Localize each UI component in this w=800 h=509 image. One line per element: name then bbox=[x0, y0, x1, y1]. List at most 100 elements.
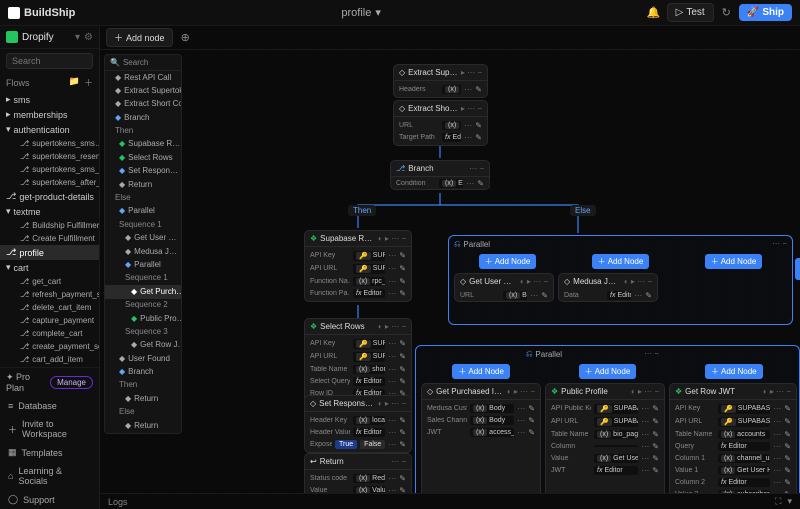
node-field[interactable]: Table Name(x)accounts⋯✎ bbox=[670, 428, 796, 440]
outline-item[interactable]: Sequence 1 bbox=[105, 272, 181, 285]
folder-icon[interactable]: 📁 bbox=[69, 76, 80, 89]
add-node-button[interactable]: ＋ Add Node bbox=[705, 254, 763, 269]
outline-item[interactable]: ◆ Select Rows bbox=[105, 151, 181, 164]
project-selector[interactable]: Dropify ▾ ⚙ bbox=[0, 26, 99, 49]
flow-authentication[interactable]: ▾ authentication bbox=[0, 122, 99, 137]
collapse-icon[interactable]: ▾ bbox=[787, 496, 792, 507]
node-field[interactable]: Column 2fx Editor⋯✎ bbox=[670, 476, 796, 488]
flow-item[interactable]: ⎇ refresh_payment_s… bbox=[0, 288, 99, 301]
node-field[interactable]: JWTfx Editor⋯✎ bbox=[546, 464, 664, 476]
node-field[interactable]: Value(x)Get User Handle⋯✎ bbox=[546, 452, 664, 464]
workflow-name[interactable]: profile bbox=[341, 7, 371, 19]
flow-item[interactable]: ⎇ supertokens_after_… bbox=[0, 176, 99, 189]
node-medusa-jwt[interactable]: ◇Medusa JWT Auth◐ ▸ ⋯ − Datafx Editor⋯✎ bbox=[558, 273, 658, 302]
flow-profile[interactable]: ⎇ profile bbox=[0, 245, 99, 260]
flow-get-product-details[interactable]: ⎇ get-product-details bbox=[0, 189, 99, 204]
ship-button[interactable]: 🚀Ship bbox=[739, 4, 792, 21]
notification-icon[interactable]: 🔔 bbox=[647, 6, 661, 19]
outline-item[interactable]: ◆ Supabase R… bbox=[105, 138, 181, 151]
node-field[interactable]: Table Name(x)bio_pages⋯✎ bbox=[546, 428, 664, 440]
outline-item[interactable]: Then bbox=[105, 125, 181, 138]
nav-templates[interactable]: ▦ Templates bbox=[0, 443, 99, 462]
outline-item[interactable]: ◆ Rest API Call bbox=[105, 71, 181, 84]
flow-memberships[interactable]: ▸ memberships bbox=[0, 107, 99, 122]
flow-item[interactable]: ⎇ supertokens_sms… bbox=[0, 137, 99, 150]
flow-item[interactable]: ⎇ Create Fulfillment bbox=[0, 232, 99, 245]
brand-logo[interactable]: BuildShip bbox=[8, 7, 75, 19]
flow-cart[interactable]: ▾ cart bbox=[0, 260, 99, 275]
node-public-profile[interactable]: ❖Public Profile◐ ▸ ⋯ − API Public Key🔑SU… bbox=[545, 383, 665, 493]
node-field[interactable]: Select Queryfx Editor⋯✎ bbox=[305, 375, 411, 387]
add-node-button[interactable]: ＋ Add Node bbox=[479, 254, 537, 269]
node-field[interactable]: Status code(x)Redirect (301)⋯✎ bbox=[305, 472, 411, 484]
nav-database[interactable]: ≡ Database bbox=[0, 397, 99, 415]
node-select-rows[interactable]: ❖Select Rows◐ ▸ ⋯ − API Key🔑SUPABASE_TE…… bbox=[304, 318, 412, 402]
node-field[interactable]: Value(x)Value⋯✎ bbox=[305, 484, 411, 493]
node-return[interactable]: ↩Return⋯ − Status code(x)Redirect (301)⋯… bbox=[304, 453, 412, 493]
outline-item[interactable]: Else bbox=[105, 406, 181, 419]
node-field[interactable]: API URL🔑SUPABASE_TE…⋯✎ bbox=[670, 415, 796, 428]
outline-item[interactable]: ◆ Return bbox=[105, 178, 181, 191]
outline-item[interactable]: ◆ Extract Short Co… bbox=[105, 98, 181, 111]
node-field[interactable]: Function Na…(x)rpc_id_decode⋯✎ bbox=[305, 275, 411, 287]
outline-item[interactable]: ◆ Parallel bbox=[105, 205, 181, 218]
node-extract-supertokens[interactable]: ◇Extract Supertokens…▸ ⋯ − Headers(x)Req… bbox=[393, 64, 488, 98]
flow-sms[interactable]: ▸ sms bbox=[0, 92, 99, 107]
logs-toggle[interactable]: Logs bbox=[108, 497, 128, 507]
node-field[interactable]: Function Pa…fx Editor⋯✎ bbox=[305, 287, 411, 299]
nav-invite[interactable]: ＋ Invite to Workspace bbox=[0, 415, 99, 443]
node-set-response[interactable]: ◇Set Response Hea…◐ ▸ ⋯ − Header Key(x)l… bbox=[304, 395, 412, 453]
flow-item[interactable]: ⎇ get_cart bbox=[0, 275, 99, 288]
test-button[interactable]: ▷Test bbox=[667, 3, 714, 22]
flow-item[interactable]: ⎇ supertokens_resend bbox=[0, 150, 99, 163]
flow-item[interactable]: ⎇ supertokens_sms_d… bbox=[0, 163, 99, 176]
flow-item[interactable]: ⎇ cart_add_item bbox=[0, 353, 99, 366]
outline-item[interactable]: Else bbox=[105, 192, 181, 205]
node-field[interactable]: Sales Chann…(x)Body⋯✎ bbox=[422, 414, 540, 426]
outline-item[interactable]: Then bbox=[105, 379, 181, 392]
expand-icon[interactable]: ⛶ bbox=[775, 496, 781, 507]
flow-item[interactable]: ⎇ complete_cart bbox=[0, 327, 99, 340]
outline-item[interactable]: Sequence 2 bbox=[105, 299, 181, 312]
outline-item[interactable]: ◆ Branch bbox=[105, 111, 181, 124]
gear-icon[interactable]: ⚙ bbox=[84, 32, 93, 43]
node-field[interactable]: API URL🔑SUPABASE_TE…⋯✎ bbox=[305, 350, 411, 363]
node-branch[interactable]: ⎇Branch⋯ − Condition(x)Extract Short …⋯✎ bbox=[390, 160, 490, 190]
node-field[interactable]: Table Name(x)short_links⋯✎ bbox=[305, 363, 411, 375]
node-field[interactable]: Column 1(x)channel_username⋯✎ bbox=[670, 452, 796, 464]
outline-item[interactable]: ◆ Extract Supertok… bbox=[105, 84, 181, 97]
outline-item[interactable]: ◆ Public Pro… bbox=[105, 312, 181, 325]
outline-item[interactable]: ◆ Set Respon… bbox=[105, 165, 181, 178]
nav-support[interactable]: ◯ Support bbox=[0, 490, 99, 509]
flow-item[interactable]: ⎇ delete_cart_item bbox=[0, 301, 99, 314]
node-field[interactable]: API URL🔑SUPABASE_TE…⋯✎ bbox=[305, 262, 411, 275]
manage-button[interactable]: Manage bbox=[50, 376, 93, 389]
node-extract-shortcode[interactable]: ◇Extract Short Code▸ ⋯ − URL(x)Builder P… bbox=[393, 100, 488, 146]
outline-item[interactable]: ◆ Medusa J… bbox=[105, 245, 181, 258]
outline-item[interactable]: Sequence 1 bbox=[105, 218, 181, 231]
outline-item[interactable]: ◆ Return bbox=[105, 419, 181, 432]
outline-item[interactable]: ◆ Get Row J… bbox=[105, 339, 181, 352]
add-node-button[interactable]: ＋ Add Node bbox=[592, 254, 650, 269]
outline-item[interactable]: ◆ Parallel bbox=[105, 258, 181, 271]
add-node-button[interactable]: ＋ Add Node bbox=[795, 258, 800, 280]
outline-search[interactable]: 🔍 Search bbox=[105, 55, 181, 71]
node-get-user-handle[interactable]: ◇Get User Handle◐ ▸ ⋯ − URL(x)Builder Pa… bbox=[454, 273, 554, 302]
node-get-purchased[interactable]: ◇Get Purchased Items◐ ▸ ⋯ − Medusa Cust…… bbox=[421, 383, 541, 493]
node-field[interactable]: Medusa Cust…(x)Body⋯✎ bbox=[422, 402, 540, 414]
add-node-button[interactable]: ＋ Add Node bbox=[579, 364, 637, 379]
plus-icon[interactable]: ＋ bbox=[84, 76, 93, 89]
node-field[interactable]: API Key🔑SUPABASE_TE…⋯✎ bbox=[670, 402, 796, 415]
flow-item[interactable]: ⎇ capture_payment bbox=[0, 314, 99, 327]
outline-item[interactable]: Sequence 3 bbox=[105, 325, 181, 338]
add-node-button[interactable]: ＋ Add Node bbox=[705, 364, 763, 379]
flow-textme[interactable]: ▾ textme bbox=[0, 204, 99, 219]
flow-item[interactable]: ⎇ create_payment_se… bbox=[0, 340, 99, 353]
outline-item[interactable]: ◆ User Found bbox=[105, 352, 181, 365]
node-field[interactable]: Header Key(x)location⋯✎ bbox=[305, 414, 411, 426]
outline-item[interactable]: ◆ Get Purch… bbox=[105, 285, 181, 298]
outline-item[interactable]: ◆ Get User … bbox=[105, 232, 181, 245]
focus-icon[interactable]: ⊕ bbox=[179, 29, 192, 46]
chevron-down-icon[interactable]: ▾ bbox=[375, 6, 381, 19]
add-node-button[interactable]: ＋ Add node bbox=[106, 28, 173, 47]
